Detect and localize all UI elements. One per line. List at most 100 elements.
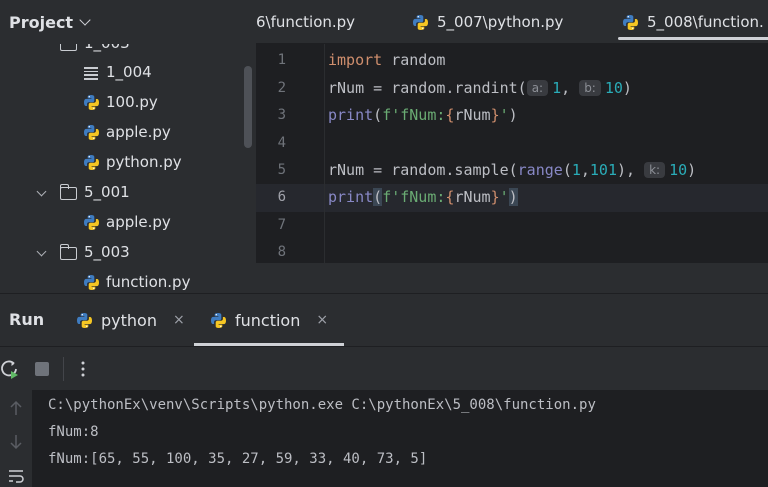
code-text: ( xyxy=(562,161,572,179)
tree-item-file[interactable]: 1_004 xyxy=(0,58,256,88)
number-literal: 10 xyxy=(604,79,623,97)
scroll-down-icon[interactable] xyxy=(4,434,28,454)
python-file-icon xyxy=(76,312,93,329)
tree-item-file[interactable]: 100.py xyxy=(0,88,256,118)
variable: rNum xyxy=(454,188,491,206)
python-file-icon xyxy=(83,154,100,175)
code-line-1: import random xyxy=(328,51,445,69)
tab-label: 6\function.py xyxy=(256,13,356,31)
param-hint: a: xyxy=(526,80,549,96)
number-literal: 1 xyxy=(571,161,581,179)
folder-icon xyxy=(59,184,77,200)
close-icon[interactable]: × xyxy=(316,312,328,328)
python-file-icon xyxy=(83,94,100,115)
chevron-down-icon[interactable] xyxy=(36,246,47,257)
matched-paren: ( xyxy=(373,188,383,206)
keyword-import: import xyxy=(328,51,383,69)
tab-label: 5_007\python.py xyxy=(437,13,564,31)
string-literal: f'fNum: xyxy=(382,106,446,124)
tree-item-label: 5_001 xyxy=(84,183,130,201)
tree-item-file[interactable]: python.py xyxy=(0,148,256,178)
code-line-6: print(f'fNum:{rNum}') xyxy=(328,188,518,206)
param-hint: b: xyxy=(579,80,601,96)
tree-item-label: apple.py xyxy=(106,123,171,141)
project-scrollbar[interactable] xyxy=(244,66,252,148)
module-name: random xyxy=(382,51,446,69)
tab-label: 5_008\function. xyxy=(647,13,764,31)
line-number: 1 xyxy=(277,52,286,68)
scroll-up-icon[interactable] xyxy=(4,400,28,420)
python-file-icon xyxy=(83,124,100,145)
tree-item-label: 5_003 xyxy=(84,243,130,261)
project-header-overlay[interactable]: Project xyxy=(0,0,256,44)
tree-item-file[interactable]: function.py xyxy=(0,268,256,293)
line-number: 5 xyxy=(277,162,286,178)
line-number-current: 6 xyxy=(277,189,286,205)
tree-item-file[interactable]: apple.py xyxy=(0,118,256,148)
code-text: rNum = random.sample( xyxy=(328,161,518,179)
editor-bottom-gap xyxy=(256,263,768,293)
chevron-down-icon[interactable] xyxy=(36,186,47,197)
tree-item-label: function.py xyxy=(106,273,191,291)
builtin-print: print xyxy=(328,188,374,206)
rerun-icon[interactable] xyxy=(0,357,22,381)
number-literal: 101 xyxy=(589,161,617,179)
chevron-down-icon[interactable] xyxy=(79,14,91,26)
line-number: 7 xyxy=(277,217,286,233)
tree-item-label: apple.py xyxy=(106,213,171,231)
tree-item-folder[interactable]: 5_001 xyxy=(0,178,256,208)
python-file-icon xyxy=(412,14,429,31)
matched-paren: ) xyxy=(508,188,518,206)
code-editor[interactable]: 1 2 3 4 5 6 7 8 import random rNum = ran… xyxy=(256,44,768,263)
tree-item-folder[interactable]: 5_003 xyxy=(0,238,256,268)
console-line: C:\pythonEx\venv\Scripts\python.exe C:\p… xyxy=(48,397,596,413)
code-text: , xyxy=(580,161,590,179)
number-literal: 1 xyxy=(552,79,562,97)
tab-active-function-py[interactable]: 5_008\function. xyxy=(618,0,768,44)
code-text: ), xyxy=(617,161,636,179)
code-text: ) xyxy=(622,79,632,97)
python-file-icon xyxy=(83,214,100,235)
run-tab-label: python xyxy=(101,310,157,330)
close-icon[interactable]: × xyxy=(173,312,185,328)
console-line: fNum:8 xyxy=(48,424,99,440)
more-icon[interactable] xyxy=(71,357,95,381)
python-file-icon xyxy=(622,14,639,31)
stop-icon[interactable] xyxy=(30,357,54,381)
soft-wrap-icon[interactable] xyxy=(4,468,28,487)
line-number: 3 xyxy=(277,107,286,123)
param-hint: k: xyxy=(644,162,666,178)
run-title: Run xyxy=(9,310,45,329)
python-file-icon xyxy=(83,274,100,293)
string-literal: f'fNum: xyxy=(382,188,446,206)
python-file-icon xyxy=(210,312,227,329)
run-tab-python[interactable]: python × xyxy=(76,294,185,346)
editor-tab-bar: 6\function.py 5_007\python.py 5_008\func… xyxy=(256,0,768,44)
gutter-divider xyxy=(324,44,325,263)
tab-python-py[interactable]: 5_007\python.py xyxy=(412,0,563,44)
text-file-icon xyxy=(84,67,98,80)
run-tab-function[interactable]: function × xyxy=(193,294,345,346)
line-number: 8 xyxy=(277,244,286,260)
code-line-3: print(f'fNum:{rNum}') xyxy=(328,106,518,124)
console-side-toolbar xyxy=(0,390,32,487)
console-line: fNum:[65, 55, 100, 35, 27, 59, 33, 40, 7… xyxy=(48,451,428,467)
run-toolbar xyxy=(0,346,768,390)
number-literal: 10 xyxy=(669,161,688,179)
tree-item-file[interactable]: apple.py xyxy=(0,208,256,238)
folder-icon xyxy=(59,244,77,260)
code-line-2: rNum = random.randint(a: 1, b: 10) xyxy=(328,79,632,97)
code-text: rNum = random.randint( xyxy=(328,79,527,97)
console-output[interactable]: C:\pythonEx\venv\Scripts\python.exe C:\p… xyxy=(32,390,768,487)
project-title[interactable]: Project xyxy=(9,13,73,32)
run-header: Run python × function × xyxy=(0,294,768,346)
tab-function-py[interactable]: 6\function.py xyxy=(256,0,355,44)
toolbar-separator xyxy=(63,357,64,381)
tree-item-label: 100.py xyxy=(106,93,158,111)
line-number: 2 xyxy=(277,80,286,96)
builtin-print: print xyxy=(328,106,374,124)
fstring-brace: } xyxy=(490,188,500,206)
string-literal: ' xyxy=(499,188,509,206)
fstring-brace: } xyxy=(490,106,500,124)
code-text: ) xyxy=(687,161,697,179)
